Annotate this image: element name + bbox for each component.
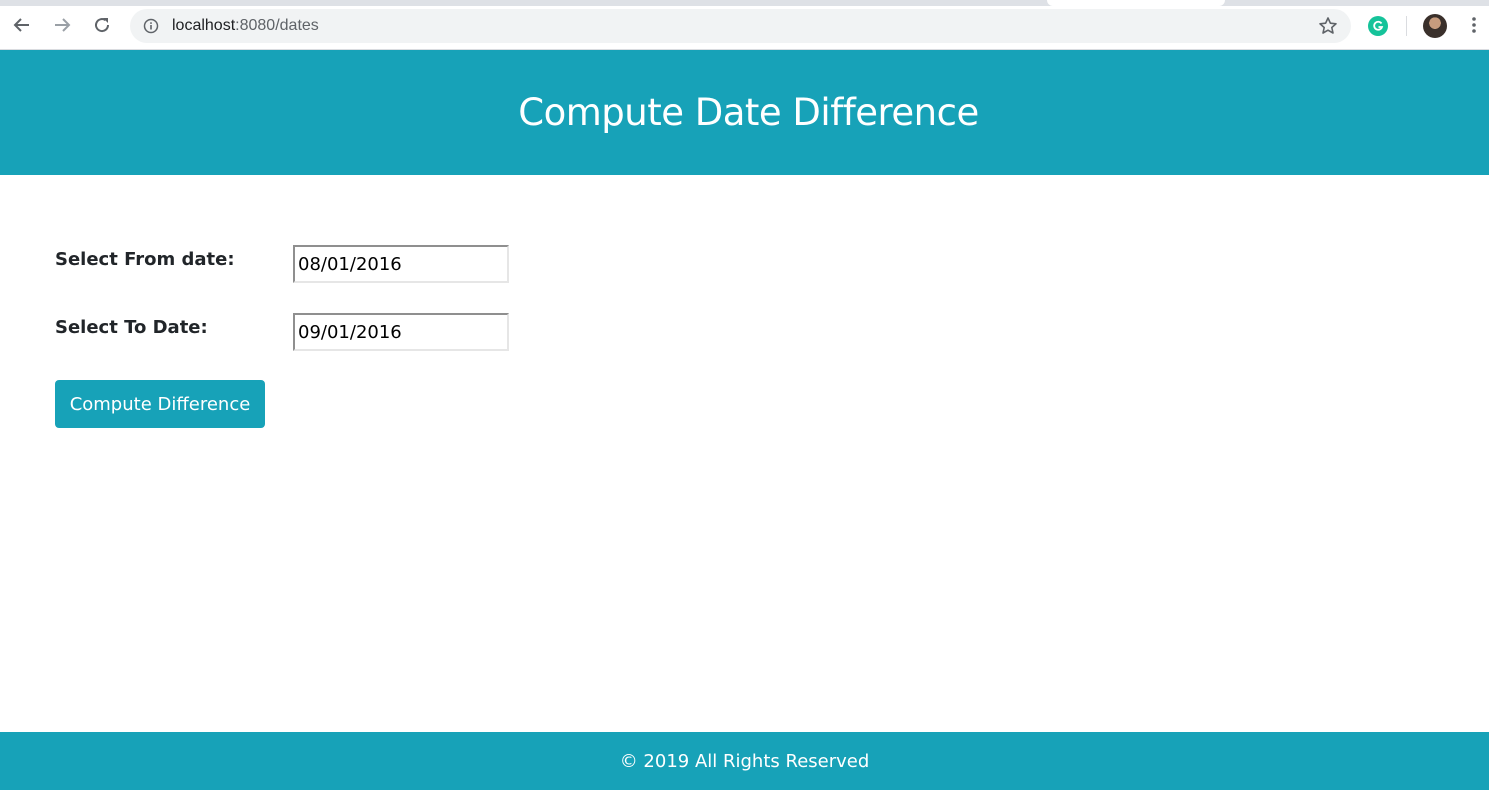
tab-strip: [0, 0, 1489, 6]
to-date-label: Select To Date:: [55, 317, 208, 338]
arrow-right-icon: [55, 18, 71, 32]
arrow-left-icon: [13, 18, 29, 32]
grammarly-icon[interactable]: [1368, 16, 1388, 36]
url-path: :8080/dates: [235, 17, 319, 34]
to-date-input[interactable]: [293, 313, 509, 351]
info-icon[interactable]: [143, 18, 159, 34]
url-host: localhost: [172, 17, 236, 34]
back-button[interactable]: [10, 13, 34, 37]
browser-toolbar: localhost:8080/dates: [0, 0, 1489, 50]
url-text[interactable]: localhost:8080/dates: [172, 17, 319, 35]
page-footer: © 2019 All Rights Reserved: [0, 732, 1489, 790]
compute-difference-button[interactable]: Compute Difference: [55, 380, 265, 428]
page-title: Compute Date Difference: [518, 91, 979, 134]
star-icon[interactable]: [1318, 16, 1338, 36]
toolbar-divider: [1406, 16, 1407, 36]
active-tab[interactable]: [1047, 0, 1225, 6]
from-date-label: Select From date:: [55, 249, 235, 270]
date-form: Select From date: Select To Date: Comput…: [0, 175, 1489, 732]
page-header: Compute Date Difference: [0, 50, 1489, 175]
copyright-text: © 2019 All Rights Reserved: [619, 750, 870, 772]
reload-icon: [95, 18, 110, 33]
kebab-menu-icon[interactable]: [1466, 15, 1482, 35]
address-bar[interactable]: localhost:8080/dates: [130, 9, 1351, 43]
reload-button[interactable]: [90, 13, 114, 37]
grammarly-g-glyph: [1373, 20, 1384, 31]
from-date-input[interactable]: [293, 245, 509, 283]
avatar[interactable]: [1423, 14, 1447, 38]
forward-button[interactable]: [50, 13, 74, 37]
